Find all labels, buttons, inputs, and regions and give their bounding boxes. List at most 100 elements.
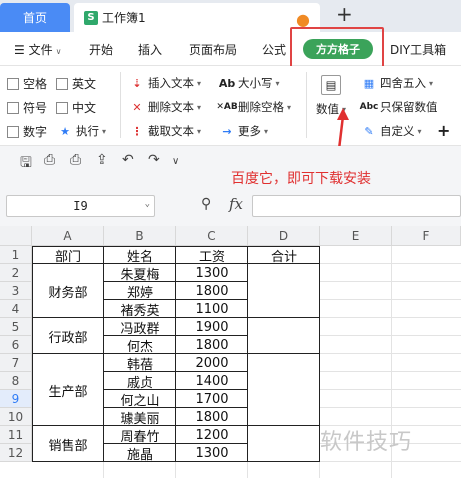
row-header[interactable]: 6 bbox=[0, 336, 32, 354]
total-cell[interactable] bbox=[248, 318, 320, 354]
menu-insert[interactable]: 插入 bbox=[138, 41, 162, 58]
row-header[interactable]: 8 bbox=[0, 372, 32, 390]
print-icon[interactable]: ⎙ bbox=[70, 152, 81, 168]
salary-cell[interactable]: 1800 bbox=[176, 282, 248, 300]
row-header[interactable]: 12 bbox=[0, 444, 32, 462]
name-cell[interactable]: 冯政群 bbox=[104, 318, 176, 337]
row-header[interactable]: 4 bbox=[0, 300, 32, 318]
name-cell[interactable]: 何之山 bbox=[104, 390, 176, 409]
salary-cell[interactable]: 1100 bbox=[176, 300, 248, 318]
name-cell[interactable]: 褚秀英 bbox=[104, 300, 176, 319]
salary-cell[interactable]: 1800 bbox=[176, 408, 248, 426]
custom-button[interactable]: ✎ 自定义 ▾ bbox=[362, 123, 421, 139]
case-label: 大小写 bbox=[238, 76, 273, 90]
select-all-corner[interactable] bbox=[0, 226, 32, 246]
header-cell[interactable]: 合计 bbox=[248, 246, 320, 265]
department-cell[interactable]: 行政部 bbox=[32, 318, 104, 354]
name-cell[interactable]: 朱夏梅 bbox=[104, 264, 176, 283]
file-menu[interactable]: ☰ 文件 ∨ bbox=[14, 41, 61, 58]
salary-cell[interactable]: 1700 bbox=[176, 390, 248, 408]
case-icon: Ab bbox=[218, 76, 236, 90]
column-header[interactable]: C bbox=[176, 226, 248, 246]
extract-text-button[interactable]: ⋮ 截取文本 ▾ bbox=[130, 123, 202, 139]
name-cell[interactable]: 韩蓓 bbox=[104, 354, 176, 373]
name-cell[interactable]: 施晶 bbox=[104, 444, 176, 463]
column-header[interactable]: E bbox=[320, 226, 392, 246]
column-header[interactable]: A bbox=[32, 226, 104, 246]
department-cell[interactable]: 财务部 bbox=[32, 264, 104, 318]
name-box[interactable]: I9 ⌄ bbox=[6, 195, 155, 217]
name-cell[interactable]: 璩美丽 bbox=[104, 408, 176, 427]
checkbox-label: 数字 bbox=[23, 125, 48, 139]
redo-icon[interactable]: ↷ bbox=[148, 152, 160, 168]
name-cell[interactable]: 郑婷 bbox=[104, 282, 176, 301]
chevron-down-icon[interactable]: ∨ bbox=[172, 156, 179, 167]
more-button[interactable]: → 更多 ▾ bbox=[220, 123, 268, 139]
checkbox-symbol[interactable]: 符号 bbox=[7, 99, 47, 116]
fx-icon[interactable]: fx bbox=[229, 195, 243, 213]
row-header[interactable]: 10 bbox=[0, 408, 32, 426]
menu-home[interactable]: 开始 bbox=[89, 41, 113, 58]
name-cell[interactable]: 戚贞 bbox=[104, 372, 176, 391]
department-cell[interactable]: 销售部 bbox=[32, 426, 104, 462]
row-header[interactable]: 11 bbox=[0, 426, 32, 444]
menu-diy-toolbox[interactable]: DIY工具箱 bbox=[390, 41, 446, 58]
insert-text-label: 插入文本 bbox=[148, 76, 194, 90]
keep-values-button[interactable]: Abc 只保留数值 bbox=[359, 99, 438, 115]
salary-cell[interactable]: 1300 bbox=[176, 264, 248, 282]
table-border bbox=[247, 246, 248, 462]
zoom-search-icon[interactable]: ⚲ bbox=[201, 196, 211, 212]
delete-text-button[interactable]: ✕ 删除文本 ▾ bbox=[130, 99, 201, 115]
case-button[interactable]: Ab 大小写 ▾ bbox=[218, 75, 280, 91]
name-cell[interactable]: 何杰 bbox=[104, 336, 176, 355]
table-border bbox=[104, 299, 248, 300]
column-header[interactable]: F bbox=[392, 226, 461, 246]
salary-cell[interactable]: 1900 bbox=[176, 318, 248, 336]
checkbox-box bbox=[56, 77, 68, 90]
row-header[interactable]: 9 bbox=[0, 390, 32, 408]
checkbox-chinese[interactable]: 中文 bbox=[56, 99, 96, 116]
header-cell[interactable]: 部门 bbox=[32, 246, 104, 265]
tab-home[interactable]: 首页 bbox=[0, 3, 70, 32]
row-header[interactable]: 7 bbox=[0, 354, 32, 372]
undo-icon[interactable]: ↶ bbox=[122, 152, 134, 168]
formula-input[interactable] bbox=[252, 195, 461, 217]
salary-cell[interactable]: 2000 bbox=[176, 354, 248, 372]
checkbox-number[interactable]: 数字 bbox=[7, 123, 47, 140]
execute-button[interactable]: ★ 执行 ▾ bbox=[58, 123, 106, 139]
row-header[interactable]: 1 bbox=[0, 246, 32, 264]
salary-cell[interactable]: 1200 bbox=[176, 426, 248, 444]
print-preview-icon[interactable]: ⎙ bbox=[44, 152, 55, 168]
salary-cell[interactable]: 1300 bbox=[176, 444, 248, 462]
row-header[interactable]: 5 bbox=[0, 318, 32, 336]
row-header[interactable]: 2 bbox=[0, 264, 32, 282]
total-cell[interactable] bbox=[248, 426, 320, 462]
chevron-down-icon: ▾ bbox=[102, 126, 107, 136]
salary-cell[interactable]: 1400 bbox=[176, 372, 248, 390]
total-cell[interactable] bbox=[248, 354, 320, 426]
column-header[interactable]: B bbox=[104, 226, 176, 246]
chevron-down-icon: ▾ bbox=[197, 126, 202, 136]
name-cell[interactable]: 周春竹 bbox=[104, 426, 176, 445]
delete-space-button[interactable]: ✕AB 删除空格 ▾ bbox=[216, 99, 291, 115]
insert-text-button[interactable]: ⇣ 插入文本 ▾ bbox=[130, 75, 201, 91]
checkbox-space[interactable]: 空格 bbox=[7, 75, 47, 92]
salary-cell[interactable]: 1800 bbox=[176, 336, 248, 354]
custom-icon: ✎ bbox=[364, 124, 374, 138]
round-button[interactable]: ▦ 四舍五入 ▾ bbox=[362, 75, 433, 91]
plus-button[interactable]: + bbox=[437, 121, 450, 140]
column-header[interactable]: D bbox=[248, 226, 320, 246]
department-cell[interactable]: 生产部 bbox=[32, 354, 104, 426]
total-cell[interactable] bbox=[248, 264, 320, 318]
export-icon[interactable]: ⇪ bbox=[96, 152, 108, 168]
save-icon[interactable]: 🖫 bbox=[20, 152, 32, 176]
menu-formula[interactable]: 公式 bbox=[262, 41, 286, 58]
checkbox-english[interactable]: 英文 bbox=[56, 75, 96, 92]
new-tab-icon[interactable]: + bbox=[336, 2, 353, 26]
row-header[interactable]: 3 bbox=[0, 282, 32, 300]
header-cell[interactable]: 工资 bbox=[176, 246, 248, 265]
keep-values-icon: Abc bbox=[359, 102, 379, 112]
menu-page-layout[interactable]: 页面布局 bbox=[189, 41, 237, 58]
tab-workbook[interactable]: S 工作簿1 ● bbox=[74, 3, 320, 32]
header-cell[interactable]: 姓名 bbox=[104, 246, 176, 265]
